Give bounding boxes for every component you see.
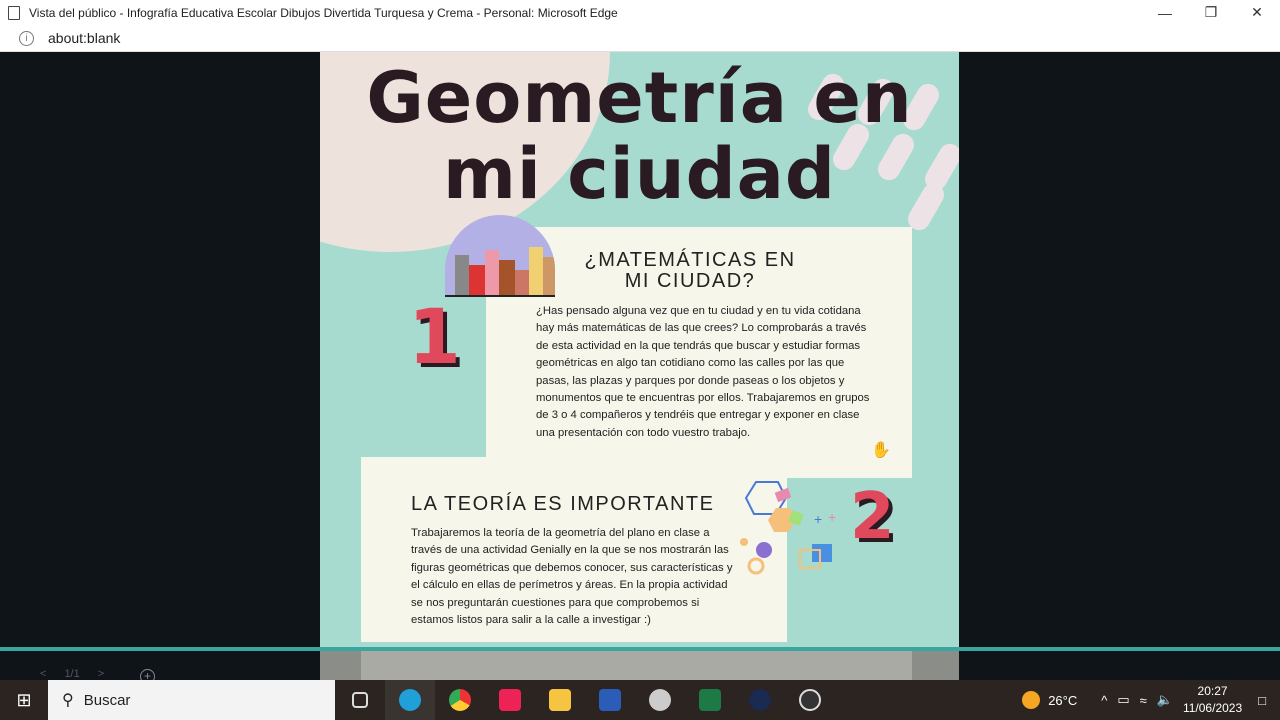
edge-icon[interactable] [385, 680, 435, 720]
title-line-2: mi ciudad [442, 133, 837, 215]
search-placeholder: Buscar [83, 691, 131, 709]
section-2-number: 2 [850, 480, 895, 554]
minimize-button[interactable]: — [1142, 0, 1188, 25]
hand-cursor-icon: ✋ [871, 442, 891, 459]
title-line-1: Geometría en [366, 57, 913, 139]
page-navigation[interactable]: < 1/1 > [40, 668, 104, 680]
wifi-icon[interactable]: ≈ [1140, 693, 1147, 708]
window-title: Vista del público - Infografía Educativa… [29, 5, 618, 20]
section-2-heading: LA TEORÍA ES IMPORTANTE [411, 493, 715, 515]
svg-text:+: + [828, 509, 836, 525]
geometric-shapes-icon: + + [740, 481, 836, 575]
battery-icon[interactable]: ▭ [1117, 692, 1129, 708]
excel-icon[interactable] [685, 680, 735, 720]
url-text: about:blank [48, 30, 121, 46]
search-icon: ⚲ [62, 692, 74, 709]
address-bar[interactable]: i about:blank [0, 25, 1280, 52]
info-icon[interactable]: i [19, 30, 34, 46]
chrome-icon[interactable] [435, 680, 485, 720]
svg-text:+: + [814, 511, 822, 527]
next-page-button[interactable]: > [98, 668, 104, 680]
task-view-icon[interactable] [335, 680, 385, 720]
document-icon [8, 5, 20, 20]
section-2-body: Trabajaremos la teoría de la geometría d… [411, 527, 733, 627]
pdf-app-icon[interactable] [485, 680, 535, 720]
restore-button[interactable]: ❐ [1188, 0, 1234, 25]
weather-sun-icon[interactable] [1022, 691, 1041, 709]
volume-icon[interactable]: 🔈 [1157, 692, 1173, 708]
word-icon[interactable] [585, 680, 635, 720]
prev-page-button[interactable]: < [40, 668, 46, 680]
windows-start-icon[interactable]: ⊞ [0, 680, 48, 720]
system-tray: 26°C ^ ▭ ≈ 🔈 20:27 11/06/2023 □ [1022, 680, 1280, 720]
close-button[interactable]: ✕ [1234, 0, 1280, 25]
taskbar-search[interactable]: ⚲ Buscar [48, 680, 335, 720]
page-overflow-preview [320, 651, 959, 680]
paint-icon[interactable] [635, 680, 685, 720]
obs-icon[interactable] [785, 680, 835, 720]
infographic-title: Geometría en mi ciudad [320, 60, 959, 212]
file-explorer-icon[interactable] [535, 680, 585, 720]
title-bar: Vista del público - Infografía Educativa… [0, 0, 1280, 25]
page-indicator: 1/1 [64, 668, 80, 680]
infographic-page: Geometría en mi ciudad ¿MATEMÁTICAS EN M… [320, 52, 959, 680]
viewer-stage: Geometría en mi ciudad ¿MATEMÁTICAS EN M… [0, 52, 1280, 680]
date: 11/06/2023 [1182, 701, 1243, 715]
clock[interactable]: 20:27 11/06/2023 [1183, 683, 1242, 717]
taskbar: ⊞ ⚲ Buscar 26°C ^ ▭ ≈ 🔈 20:27 11/06/2023… [0, 680, 1280, 720]
section-1-heading: ¿MATEMÁTICAS EN MI CIUDAD? [550, 250, 830, 292]
time: 20:27 [1197, 684, 1228, 698]
section-1-number: 1 [408, 292, 461, 381]
heading-line: ¿MATEMÁTICAS EN [584, 249, 796, 271]
webex-icon[interactable] [735, 680, 785, 720]
temperature[interactable]: 26°C [1048, 693, 1077, 708]
notifications-icon[interactable]: □ [1258, 693, 1266, 708]
heading-line: MI CIUDAD? [624, 270, 756, 292]
section-1-body: ¿Has pensado alguna vez que en tu ciudad… [536, 305, 870, 439]
chevron-up-icon[interactable]: ^ [1101, 693, 1107, 708]
